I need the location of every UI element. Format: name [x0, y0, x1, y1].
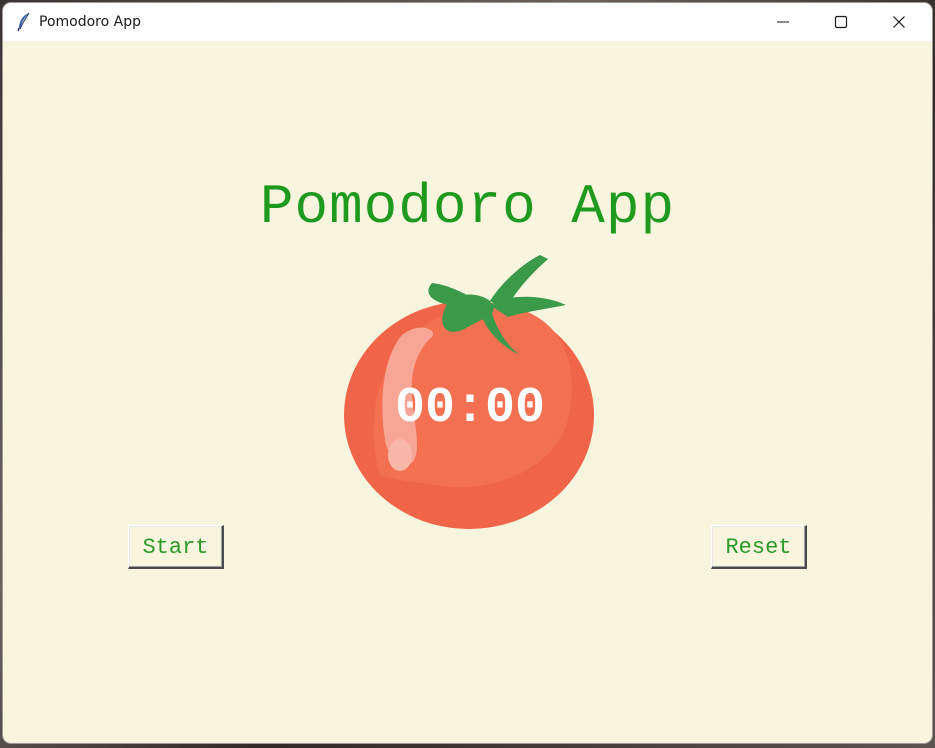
reset-button[interactable]: Reset	[711, 525, 807, 569]
title-bar[interactable]: Pomodoro App	[3, 3, 932, 41]
maximize-button[interactable]	[813, 3, 871, 41]
window-title: Pomodoro App	[39, 14, 141, 30]
close-icon	[893, 16, 905, 28]
close-button[interactable]	[871, 3, 929, 41]
maximize-icon	[834, 15, 848, 29]
start-button[interactable]: Start	[128, 525, 224, 569]
minimize-button[interactable]	[755, 3, 813, 41]
app-window: Pomodoro App Pomodoro App 00:00 Start Re…	[3, 3, 932, 743]
timer-display: 00:00	[394, 380, 546, 437]
minimize-icon	[777, 21, 789, 23]
feather-icon	[16, 12, 32, 32]
page-title: Pomodoro App	[259, 175, 676, 239]
